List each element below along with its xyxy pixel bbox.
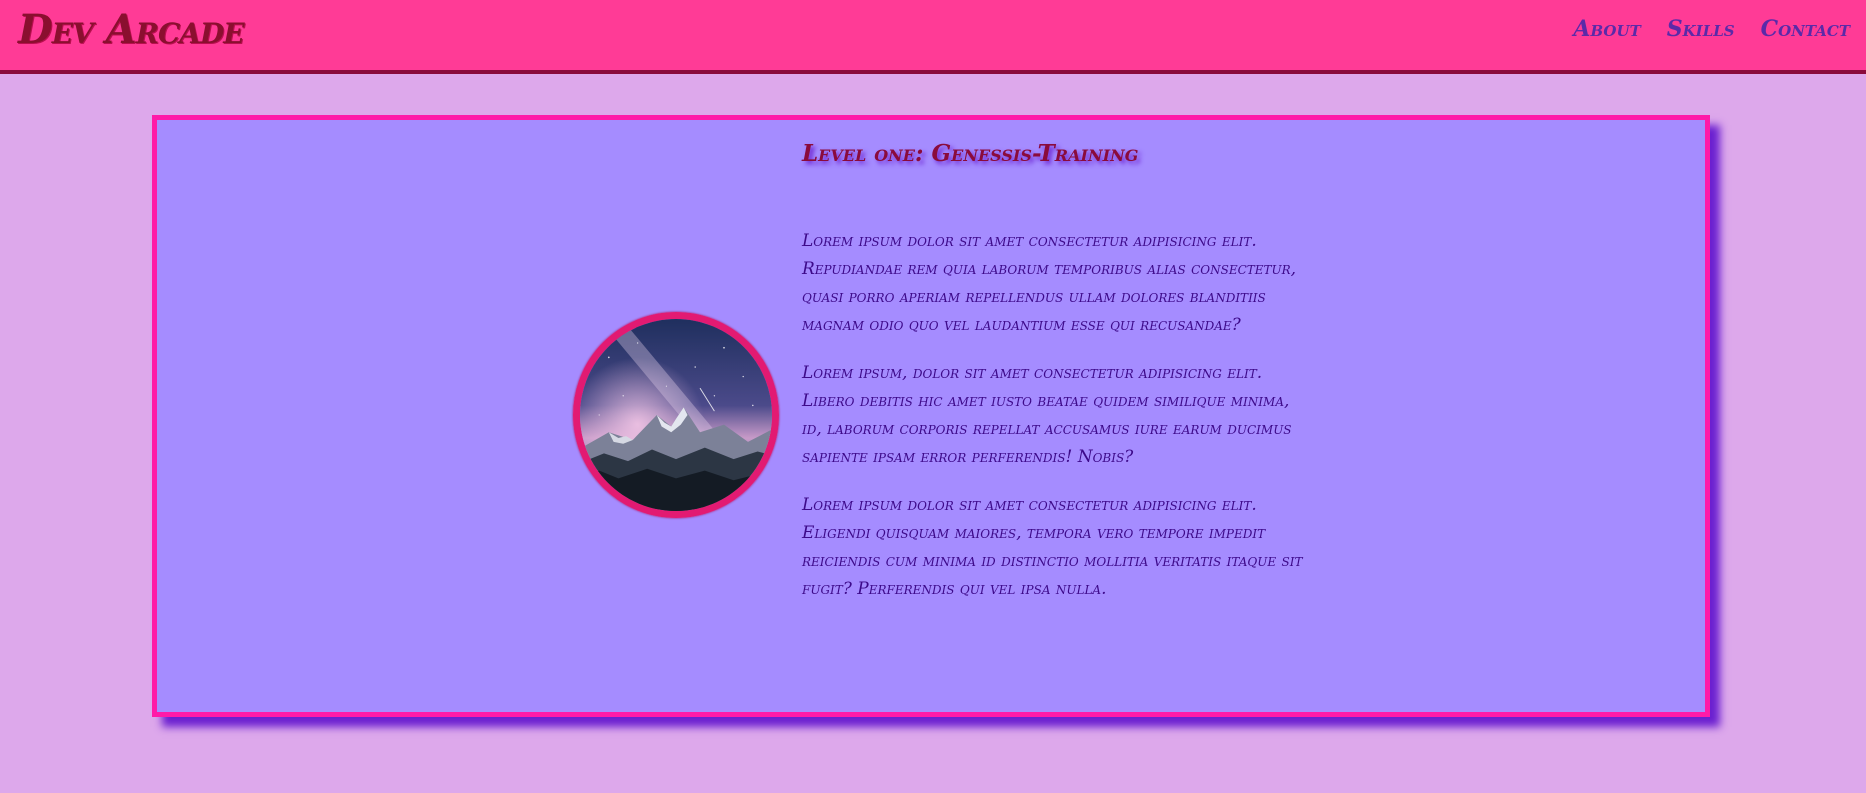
mountain-night-sky-image xyxy=(580,319,772,511)
nav-link-contact[interactable]: Contact xyxy=(1761,16,1850,42)
level-card: Level one: Genessis-Training Lorem ipsum… xyxy=(152,115,1710,717)
nav-link-about[interactable]: About xyxy=(1573,16,1640,42)
brand-logo[interactable]: Dev Arcade xyxy=(18,6,245,53)
paragraph-2: Lorem ipsum, dolor sit amet consectetur … xyxy=(802,363,1292,467)
level-content: Level one: Genessis-Training Lorem ipsum… xyxy=(802,140,1312,603)
nav-links: About Skills Contact xyxy=(1573,16,1850,42)
navbar: Dev Arcade About Skills Contact xyxy=(0,0,1866,74)
avatar xyxy=(573,312,779,518)
paragraph-1: Lorem ipsum dolor sit amet consectetur a… xyxy=(802,231,1297,335)
level-heading: Level one: Genessis-Training xyxy=(802,140,1139,167)
nav-link-skills[interactable]: Skills xyxy=(1667,16,1735,42)
paragraph-3: Lorem ipsum dolor sit amet consectetur a… xyxy=(802,495,1303,599)
